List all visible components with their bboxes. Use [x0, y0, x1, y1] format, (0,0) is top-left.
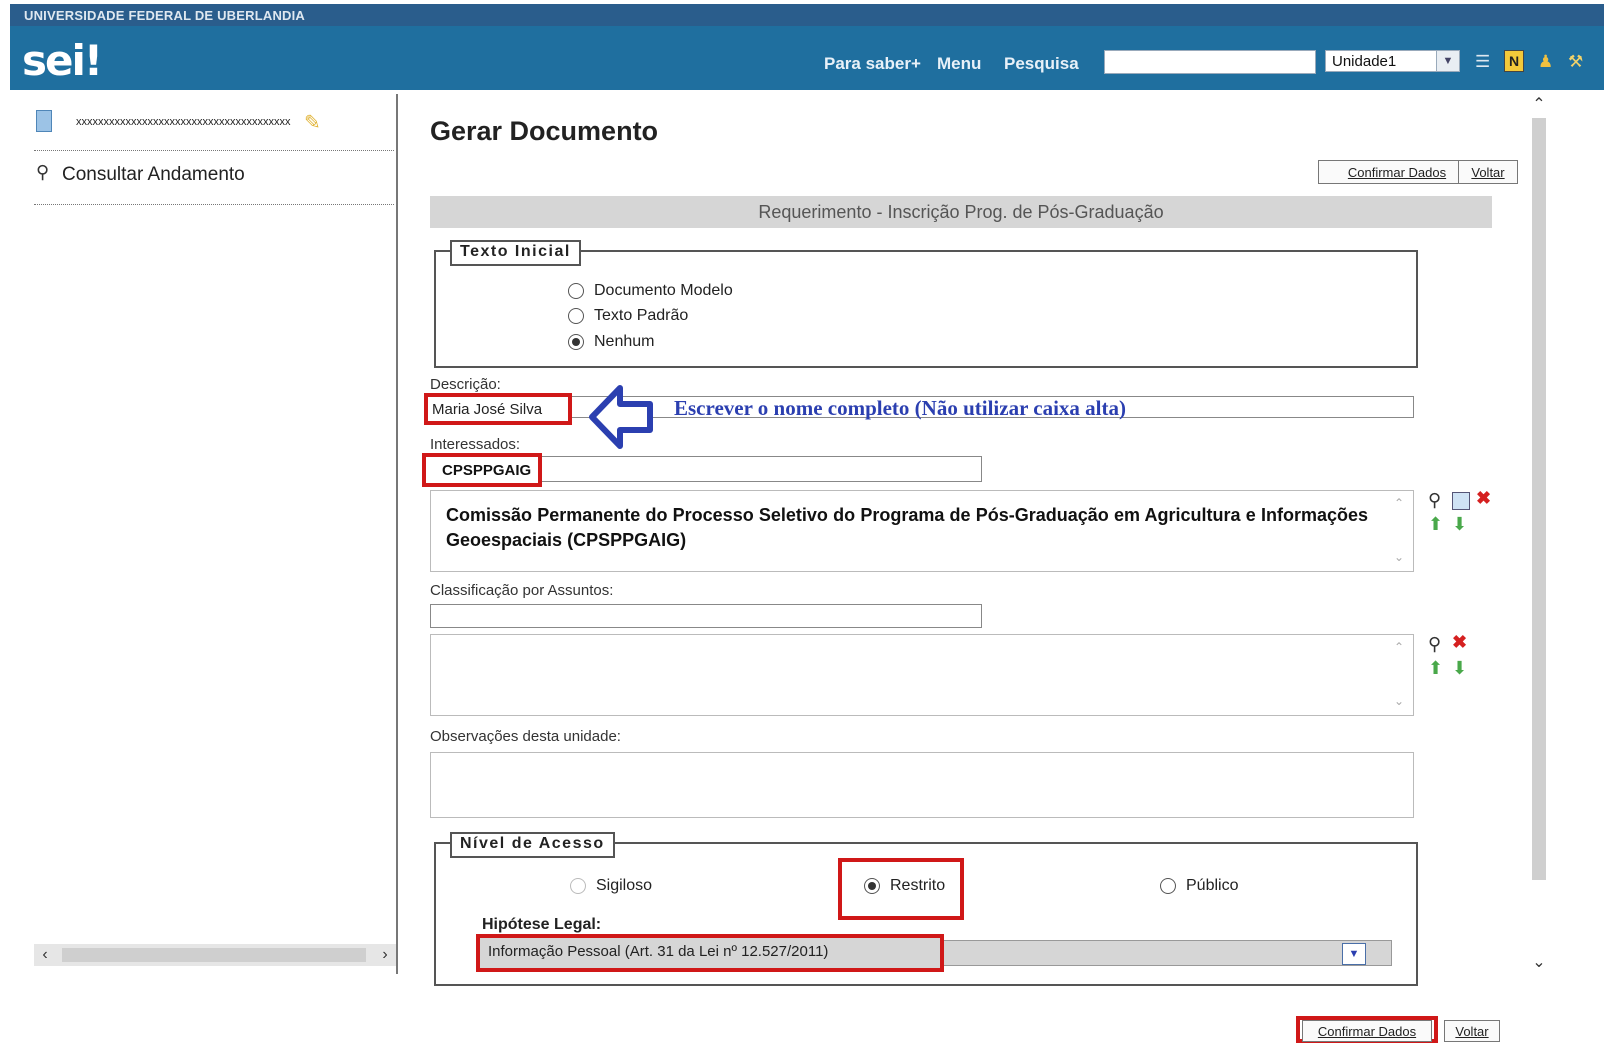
process-number[interactable]: xxxxxxxxxxxxxxxxxxxxxxxxxxxxxxxxxxxxxxx [76, 116, 291, 128]
classificacao-list[interactable] [430, 634, 1414, 716]
chevron-down-icon[interactable]: ⌄ [1394, 694, 1404, 708]
descricao-label: Descrição: [430, 376, 501, 393]
descricao-annotation: Escrever o nome completo (Não utilizar c… [674, 396, 1126, 420]
radio-nenhum[interactable] [568, 334, 584, 350]
scroll-left-icon[interactable]: ‹ [34, 944, 56, 966]
move-up-icon[interactable]: ⬆ [1428, 658, 1443, 679]
move-down-icon[interactable]: ⬇ [1452, 514, 1467, 535]
horizontal-scrollbar[interactable]: ‹ › [34, 944, 396, 966]
observacoes-label: Observações desta unidade: [430, 728, 621, 745]
chevron-down-icon[interactable]: ▼ [1436, 51, 1459, 71]
consultar-andamento-link[interactable]: Consultar Andamento [62, 164, 245, 186]
scroll-down-icon[interactable]: ⌄ [1528, 952, 1550, 972]
chevron-up-icon[interactable]: ⌃ [1394, 496, 1404, 510]
user-icon[interactable]: ♟ [1538, 52, 1553, 72]
search-icon[interactable]: ⚲ [1428, 634, 1441, 655]
hipotese-value[interactable]: Informação Pessoal (Art. 31 da Lei nº 12… [488, 943, 828, 960]
delete-icon[interactable]: ✖ [1452, 632, 1467, 653]
radio-label: Nenhum [594, 333, 655, 350]
interessados-label: Interessados: [430, 436, 521, 453]
scroll-thumb[interactable] [62, 948, 366, 962]
university-name: UNIVERSIDADE FEDERAL DE UBERLANDIA [24, 8, 306, 23]
delete-icon[interactable]: ✖ [1476, 488, 1491, 509]
texto-inicial-fieldset [434, 250, 1418, 368]
unidade-value: Unidade1 [1332, 53, 1397, 70]
classificacao-input[interactable] [430, 604, 982, 628]
radio-label: Restrito [890, 877, 946, 894]
unidade-select[interactable]: Unidade1 ▼ [1325, 50, 1460, 72]
search-input[interactable] [1104, 50, 1316, 74]
radio-label: Documento Modelo [594, 282, 733, 299]
list-icon[interactable]: ☰ [1475, 52, 1490, 72]
back-button-top[interactable]: Voltar [1458, 160, 1518, 184]
search-icon[interactable]: ⚲ [1428, 490, 1441, 511]
edit-icon[interactable] [1452, 492, 1470, 510]
descricao-value[interactable]: Maria José Silva [432, 401, 542, 418]
classificacao-label: Classificação por Assuntos: [430, 582, 614, 599]
document-icon[interactable] [36, 110, 52, 132]
radio-texto-padrao[interactable] [568, 308, 584, 324]
sei-logo[interactable]: sei! [22, 36, 103, 85]
confirm-button-top[interactable]: Confirmar Dados [1318, 160, 1476, 184]
radio-sigiloso[interactable] [570, 878, 586, 894]
arrow-left-icon [589, 385, 653, 449]
divider [34, 150, 394, 151]
nivel-acesso-legend: Nível de Acesso [450, 832, 615, 858]
chevron-down-icon[interactable]: ⌄ [1394, 550, 1404, 564]
nav-pesquisa[interactable]: Pesquisa [1004, 54, 1079, 74]
radio-documento-modelo[interactable] [568, 283, 584, 299]
confirm-button-bottom[interactable]: Confirmar Dados [1302, 1020, 1432, 1042]
panel-divider[interactable] [396, 94, 398, 974]
radio-label: Texto Padrão [594, 307, 689, 324]
nav-menu[interactable]: Menu [937, 54, 981, 74]
texto-inicial-legend: Texto Inicial [450, 240, 581, 266]
divider [34, 204, 394, 205]
interessados-value[interactable]: CPSPPGAIG [442, 462, 531, 479]
notes-icon[interactable]: N [1504, 50, 1524, 72]
document-type-bar: Requerimento - Inscrição Prog. de Pós-Gr… [430, 196, 1492, 228]
radio-label: Público [1186, 877, 1239, 894]
wrench-icon[interactable]: ⚒ [1568, 52, 1583, 72]
chevron-up-icon[interactable]: ⌃ [1394, 640, 1404, 654]
radio-label: Sigiloso [596, 877, 653, 894]
scroll-thumb[interactable] [1532, 118, 1546, 880]
magnifier-icon: ⚲ [36, 162, 50, 182]
radio-publico[interactable] [1160, 878, 1176, 894]
back-button-bottom[interactable]: Voltar [1444, 1020, 1500, 1042]
vertical-scrollbar[interactable]: ⌃ ⌄ [1528, 94, 1550, 974]
radio-restrito[interactable] [864, 878, 880, 894]
key-icon[interactable]: ✎ [304, 110, 321, 135]
observacoes-textarea[interactable] [430, 752, 1414, 818]
interessados-list-item[interactable]: Comissão Permanente do Processo Seletivo… [446, 503, 1368, 553]
chevron-down-icon[interactable]: ▼ [1342, 943, 1366, 965]
move-up-icon[interactable]: ⬆ [1428, 514, 1443, 535]
page-title: Gerar Documento [430, 116, 659, 146]
hipotese-label: Hipótese Legal: [482, 916, 602, 933]
nav-para-saber[interactable]: Para saber+ [824, 54, 921, 74]
scroll-up-icon[interactable]: ⌃ [1528, 94, 1550, 114]
move-down-icon[interactable]: ⬇ [1452, 658, 1467, 679]
scroll-right-icon[interactable]: › [374, 944, 396, 966]
